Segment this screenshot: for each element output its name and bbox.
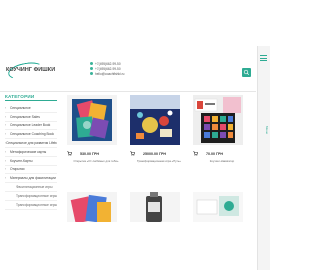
category-item[interactable]: › Специальное Coaching Book — [5, 130, 57, 140]
product-image[interactable] — [193, 95, 243, 145]
cart-icon[interactable] — [193, 151, 198, 156]
product-price: 25000.00 ГРН — [143, 151, 167, 156]
product-price: 530.00 ГРН — [80, 151, 100, 156]
category-item[interactable]: › Специальное для развития Lifebook — [5, 139, 57, 148]
category-item[interactable]: › Специальное Sales — [5, 113, 57, 122]
phone-text: +7(495)662-99-50 — [95, 61, 121, 66]
categories-title: КАТЕГОРИИ — [5, 93, 57, 101]
product-card[interactable] — [193, 192, 243, 222]
phone-text: +7(495)662-99-50 — [95, 66, 121, 71]
category-label: Специальное Leader Book — [10, 123, 51, 128]
contact-phone-1[interactable]: +7(495)662-99-50 — [90, 61, 124, 66]
cart-icon[interactable] — [130, 151, 135, 156]
price-row: 530.00 ГРН — [67, 150, 125, 157]
contact-email[interactable]: hello@coachfishki.ru — [90, 71, 124, 76]
category-item[interactable]: Трансформационные игры — [5, 192, 57, 201]
cart-icon[interactable] — [67, 151, 72, 156]
email-text: hello@coachfishki.ru — [95, 71, 125, 76]
category-label: Метафорические карты — [10, 149, 47, 154]
category-item[interactable]: Трансформационные игры — [5, 201, 57, 210]
category-label: Специальное — [10, 105, 31, 110]
product-title[interactable]: Коучинг-Навигатор — [193, 159, 251, 163]
phone-icon — [90, 62, 93, 65]
site-logo[interactable]: КОУЧИНГ ФИШКИ — [6, 59, 55, 83]
page: КОУЧИНГ ФИШКИ +7(495)662-99-50 +7(495)66… — [0, 0, 270, 270]
categories-list: › Специальное › Специальное Sales › Специальн… — [5, 104, 57, 210]
category-item[interactable]: › Метафорические карты — [5, 148, 57, 157]
product-card[interactable]: 25000.00 ГРН Трансформационная игра «Пут… — [130, 95, 181, 163]
right-panel-label[interactable]: Меню — [258, 120, 269, 140]
category-label: Коучинг-Карты — [10, 158, 33, 163]
categories-sidebar: КАТЕГОРИИ › Специальное › Специальное Sales… — [5, 93, 57, 210]
product-image[interactable] — [67, 95, 117, 145]
price-row: 25000.00 ГРН — [130, 150, 188, 157]
category-item[interactable]: › Специальное — [5, 104, 57, 113]
category-label: Трансформационные игры — [15, 193, 57, 198]
phone-icon — [90, 67, 93, 70]
category-label: Открытки — [10, 167, 25, 172]
search-button[interactable] — [242, 68, 251, 77]
product-image[interactable] — [130, 95, 180, 145]
category-item[interactable]: › Открытки — [5, 166, 57, 175]
search-icon — [243, 69, 250, 76]
category-label: Специальное Sales — [10, 114, 40, 119]
category-label: Трансформационные игры — [15, 202, 57, 207]
mail-icon — [90, 72, 93, 75]
product-image[interactable] — [193, 192, 243, 222]
category-item[interactable]: Фасилитационные игры — [5, 183, 57, 192]
product-card[interactable]: 70.00 ГРН Коучинг-Навигатор — [193, 95, 243, 163]
product-card[interactable] — [130, 192, 180, 222]
product-image[interactable] — [67, 192, 117, 222]
contact-phone-2[interactable]: +7(495)662-99-50 — [90, 66, 124, 71]
product-image[interactable] — [130, 192, 180, 222]
category-item[interactable]: › Специальное Leader Book — [5, 122, 57, 131]
product-card[interactable] — [67, 192, 117, 222]
category-item[interactable]: › Материалы для фасилитации — [5, 174, 57, 184]
category-label: Материалы для фасилитации — [10, 176, 56, 181]
product-price: 70.00 ГРН — [206, 151, 224, 156]
category-item[interactable]: › Коучинг-Карты — [5, 157, 57, 166]
header-contacts: +7(495)662-99-50 +7(495)662-99-50 hello@… — [90, 61, 124, 76]
menu-icon[interactable] — [260, 55, 267, 61]
logo-text: КОУЧИНГ ФИШКИ — [6, 67, 56, 73]
right-side-panel[interactable] — [257, 46, 270, 270]
product-title[interactable]: Открытка «От любимых для тебя» — [67, 159, 125, 163]
category-label: Специальное для развития Lifebook — [6, 141, 57, 146]
category-label: Фасилитационные игры — [16, 185, 53, 190]
header-divider — [0, 91, 256, 92]
category-label: Специальное Coaching Book — [10, 132, 54, 137]
product-card[interactable]: 530.00 ГРН Открытка «От любимых для тебя… — [67, 95, 118, 163]
product-title[interactable]: Трансформационная игра «Путь» — [130, 159, 188, 163]
price-row: 70.00 ГРН — [193, 150, 251, 157]
